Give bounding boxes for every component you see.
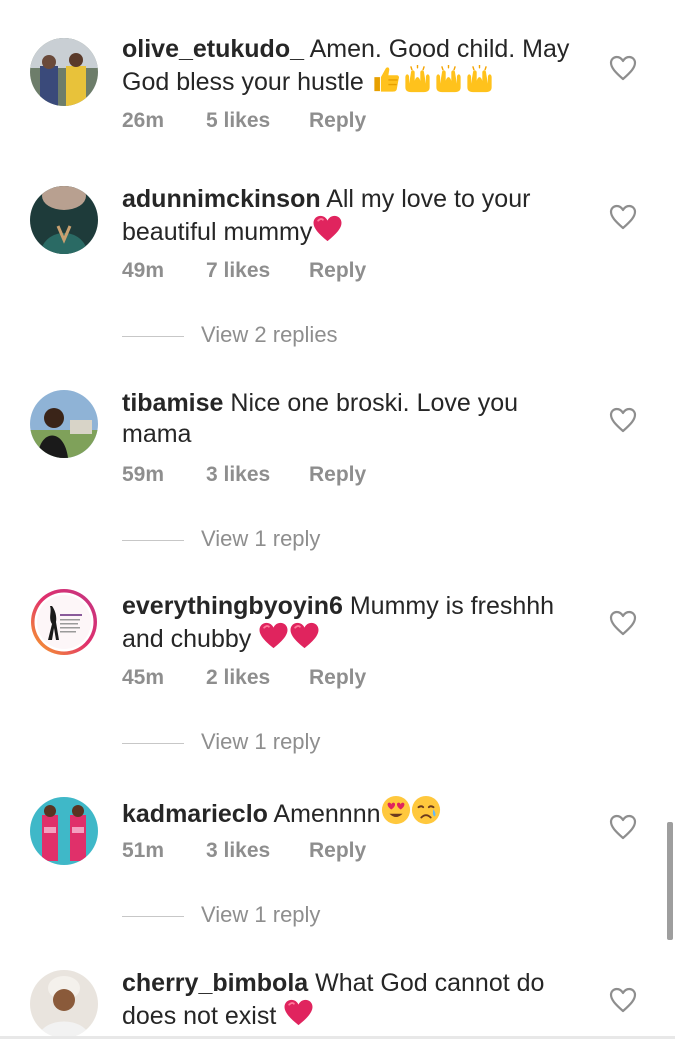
avatar[interactable]	[30, 390, 98, 458]
comment-meta: 26m 5 likes Reply	[122, 109, 366, 133]
comment-username[interactable]: olive_etukudo_	[122, 35, 304, 63]
reply-button[interactable]: Reply	[309, 259, 366, 283]
heart-eyes-emoji-icon	[381, 795, 411, 833]
comment-time: 51m	[122, 839, 165, 862]
comment-text: everythingbyoyin6 Mummy is freshhh and c…	[122, 591, 592, 658]
comment-meta: 45m 2 likes Reply	[122, 666, 366, 690]
comment-time: 59m	[122, 463, 165, 486]
like-heart-icon[interactable]	[609, 204, 637, 230]
view-replies-button[interactable]: View 2 replies	[122, 322, 338, 348]
reply-button[interactable]: Reply	[309, 109, 366, 133]
divider	[122, 335, 184, 337]
comment-username[interactable]: adunnimckinson	[122, 185, 321, 213]
like-heart-icon[interactable]	[609, 814, 637, 840]
divider	[122, 915, 184, 917]
comment-time: 26m	[122, 109, 165, 132]
like-heart-icon[interactable]	[609, 407, 637, 433]
view-replies-label: View 2 replies	[201, 322, 338, 347]
raising-hands-emoji-icon	[402, 65, 433, 101]
avatar[interactable]	[30, 186, 98, 254]
raising-hands-emoji-icon	[464, 65, 495, 101]
comment-likes[interactable]: 3 likes	[206, 839, 309, 863]
comment-text: kadmarieclo Amennnn	[122, 795, 592, 833]
view-replies-label: View 1 reply	[201, 526, 321, 551]
avatar[interactable]	[30, 797, 98, 865]
view-replies-button[interactable]: View 1 reply	[122, 902, 320, 928]
reply-button[interactable]: Reply	[309, 839, 366, 863]
thumbs-up-emoji-icon	[371, 65, 402, 101]
avatar[interactable]	[30, 588, 98, 656]
comment-username[interactable]: everythingbyoyin6	[122, 592, 343, 620]
comment-username[interactable]: tibamise	[122, 389, 223, 417]
comment-meta: 49m 7 likes Reply	[122, 259, 366, 283]
comment-meta: 59m 3 likes Reply	[122, 463, 366, 487]
comment-username[interactable]: kadmarieclo	[122, 800, 268, 828]
comment-likes[interactable]: 7 likes	[206, 259, 309, 283]
comment-text: adunnimckinson All my love to your beaut…	[122, 184, 592, 251]
comment-meta: 51m 3 likes Reply	[122, 839, 366, 863]
comment-likes[interactable]: 2 likes	[206, 666, 309, 690]
like-heart-icon[interactable]	[609, 55, 637, 81]
comment-time: 45m	[122, 666, 165, 689]
comment-text: olive_etukudo_ Amen. Good child. May God…	[122, 34, 592, 101]
red-heart-emoji-icon	[258, 622, 289, 658]
reply-button[interactable]: Reply	[309, 463, 366, 487]
view-replies-button[interactable]: View 1 reply	[122, 729, 320, 755]
divider	[122, 742, 184, 744]
raising-hands-emoji-icon	[433, 65, 464, 101]
comment-text: cherry_bimbola What God cannot do does n…	[122, 968, 592, 1035]
comment-text: tibamise Nice one broski. Love you mama	[122, 388, 592, 450]
divider	[122, 539, 184, 541]
red-heart-emoji-icon	[289, 622, 320, 658]
comment-likes[interactable]: 3 likes	[206, 463, 309, 487]
comment-time: 49m	[122, 259, 165, 282]
view-replies-label: View 1 reply	[201, 729, 321, 754]
avatar[interactable]	[30, 38, 98, 106]
reply-button[interactable]: Reply	[309, 666, 366, 690]
red-heart-emoji-icon	[283, 999, 314, 1035]
like-heart-icon[interactable]	[609, 987, 637, 1013]
like-heart-icon[interactable]	[609, 610, 637, 636]
crying-face-emoji-icon	[411, 795, 441, 833]
red-heart-emoji-icon	[312, 215, 343, 251]
comment-body: Amennnn	[267, 800, 381, 828]
view-replies-button[interactable]: View 1 reply	[122, 526, 320, 552]
comment-likes[interactable]: 5 likes	[206, 109, 309, 133]
avatar[interactable]	[30, 970, 98, 1038]
comment-username[interactable]: cherry_bimbola	[122, 969, 308, 997]
scrollbar[interactable]	[667, 822, 673, 940]
view-replies-label: View 1 reply	[201, 902, 321, 927]
